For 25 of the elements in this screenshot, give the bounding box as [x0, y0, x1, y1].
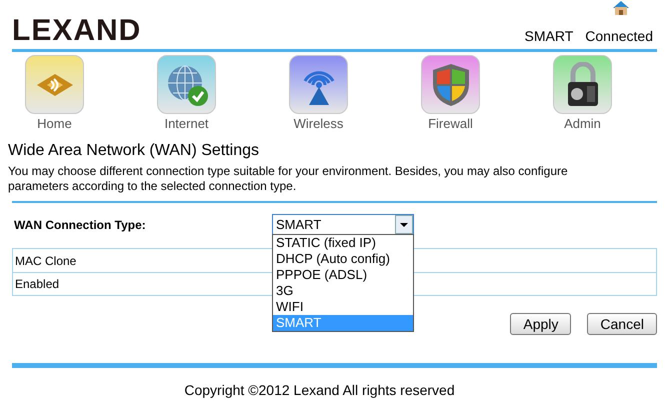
nav-label: Home — [37, 116, 72, 132]
nav-label: Firewall — [428, 116, 473, 132]
row-label: MAC Clone — [15, 252, 76, 270]
copyright-text: Copyright ©2012 Lexand All rights reserved — [184, 381, 455, 400]
connection-status: Connected — [585, 27, 653, 46]
dropdown-option[interactable]: WIFI — [273, 299, 413, 315]
dropdown-option[interactable]: PPPOE (ADSL) — [273, 267, 413, 283]
logo: LEXAND — [12, 16, 142, 49]
nav-label: Admin — [564, 116, 601, 132]
form-button[interactable]: Apply — [510, 313, 572, 335]
form-button[interactable]: Cancel — [587, 313, 657, 335]
dropdown-option[interactable]: STATIC (fixed IP) — [273, 235, 413, 251]
nav-label: Internet — [164, 116, 209, 132]
mode-text: SMART — [524, 27, 574, 46]
page-title: Wide Area Network (WAN) Settings — [8, 141, 260, 161]
page-description: You may choose different connection type suitable for your environment. Besides, you may also configure parameters according to the selected connection type. — [8, 164, 569, 194]
nav-label: Wireless — [294, 116, 344, 132]
dropdown-option[interactable]: DHCP (Auto config) — [273, 251, 413, 267]
home-icon[interactable] — [612, 0, 630, 15]
shield-icon — [430, 62, 470, 108]
row-label: Enabled — [15, 276, 60, 293]
signal-tile-icon — [34, 72, 74, 98]
dropdown-option[interactable]: 3G — [273, 283, 413, 299]
field-label: WAN Connection Type: — [13, 216, 147, 234]
select-value: SMART — [276, 216, 322, 234]
